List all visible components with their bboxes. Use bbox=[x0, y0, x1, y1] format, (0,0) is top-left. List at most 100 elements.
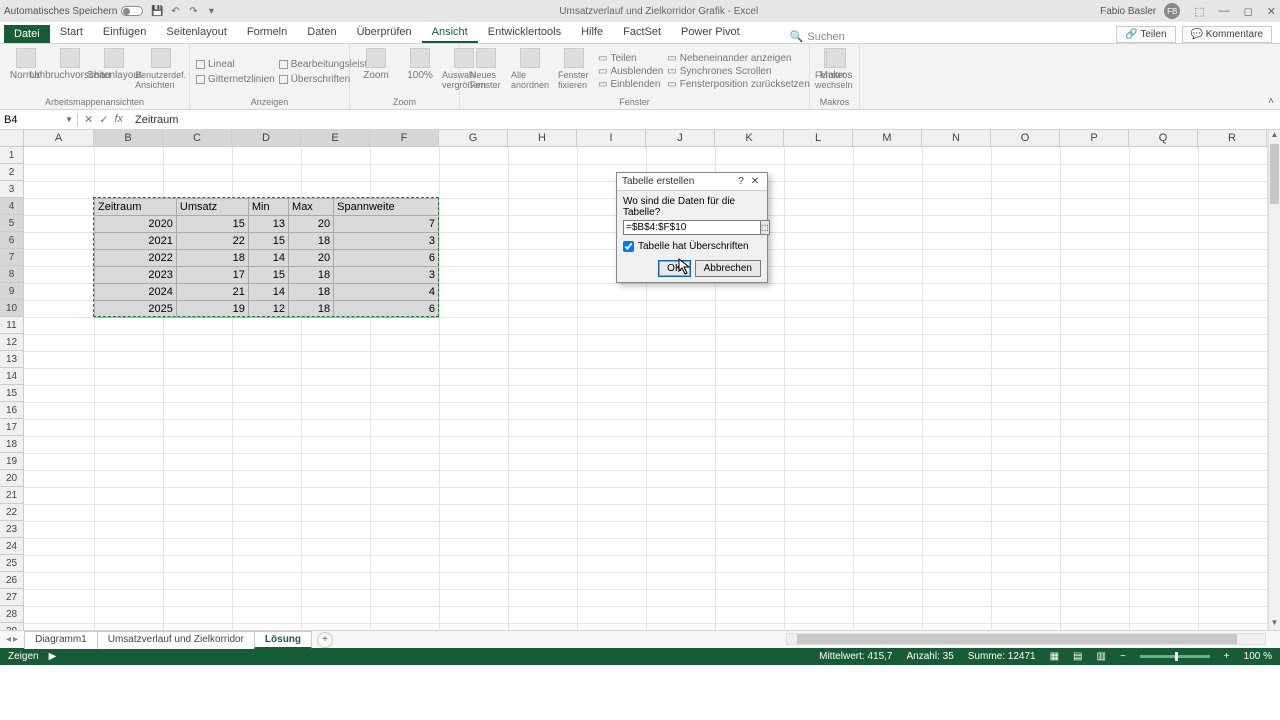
sheet-tab[interactable]: Diagramm1 bbox=[24, 631, 98, 649]
row-header-19[interactable]: 19 bbox=[0, 453, 23, 470]
row-header-8[interactable]: 8 bbox=[0, 266, 23, 283]
dialog-titlebar[interactable]: Tabelle erstellen ? ✕ bbox=[617, 173, 767, 191]
table-cell[interactable]: 14 bbox=[248, 284, 288, 301]
table-cell[interactable]: 18 bbox=[289, 267, 334, 284]
name-box[interactable]: B4 ▼ bbox=[0, 114, 78, 126]
horizontal-scrollbar[interactable] bbox=[786, 633, 1266, 645]
table-cell[interactable]: 4 bbox=[334, 284, 439, 301]
close-icon[interactable]: ✕ bbox=[1267, 5, 1276, 18]
arrange-all[interactable]: Alle anordnen bbox=[510, 46, 550, 97]
zoom-in-icon[interactable]: + bbox=[1224, 651, 1230, 662]
reset-position[interactable]: ▭ Fensterposition zurücksetzen bbox=[667, 79, 810, 90]
table-row[interactable]: 20201513207 bbox=[95, 216, 439, 233]
comments-button[interactable]: 💬 Kommentare bbox=[1182, 26, 1272, 43]
row-header-16[interactable]: 16 bbox=[0, 402, 23, 419]
minimize-icon[interactable]: — bbox=[1219, 5, 1230, 18]
table-cell[interactable]: 15 bbox=[176, 216, 248, 233]
col-header-Q[interactable]: Q bbox=[1129, 130, 1198, 146]
row-header-21[interactable]: 21 bbox=[0, 487, 23, 504]
row-header-7[interactable]: 7 bbox=[0, 249, 23, 266]
table-cell[interactable]: 21 bbox=[176, 284, 248, 301]
table-header[interactable]: Spannweite bbox=[334, 199, 439, 216]
col-header-L[interactable]: L bbox=[784, 130, 853, 146]
col-header-I[interactable]: I bbox=[577, 130, 646, 146]
table-row[interactable]: 20231715183 bbox=[95, 267, 439, 284]
close-icon[interactable]: ✕ bbox=[748, 176, 762, 187]
col-header-F[interactable]: F bbox=[370, 130, 439, 146]
table-cell[interactable]: 15 bbox=[248, 267, 288, 284]
table-cell[interactable]: 14 bbox=[248, 250, 288, 267]
row-header-6[interactable]: 6 bbox=[0, 232, 23, 249]
table-cell[interactable]: 3 bbox=[334, 267, 439, 284]
macro-record-icon[interactable]: ▶ bbox=[49, 651, 57, 662]
col-header-M[interactable]: M bbox=[853, 130, 922, 146]
view-pagebreak-icon[interactable]: ▥ bbox=[1097, 651, 1106, 662]
row-header-1[interactable]: 1 bbox=[0, 147, 23, 164]
table-cell[interactable]: 20 bbox=[289, 216, 334, 233]
ribbon-tab-power pivot[interactable]: Power Pivot bbox=[671, 23, 750, 43]
view-normal-icon[interactable]: ▦ bbox=[1050, 651, 1059, 662]
table-cell[interactable]: 18 bbox=[289, 284, 334, 301]
col-header-G[interactable]: G bbox=[439, 130, 508, 146]
row-header-12[interactable]: 12 bbox=[0, 334, 23, 351]
side-by-side[interactable]: ▭ Nebeneinander anzeigen bbox=[667, 53, 810, 64]
unhide-button[interactable]: ▭ Einblenden bbox=[598, 79, 663, 90]
row-header-23[interactable]: 23 bbox=[0, 521, 23, 538]
table-cell[interactable]: 2023 bbox=[95, 267, 177, 284]
column-headers[interactable]: ABCDEFGHIJKLMNOPQR bbox=[24, 130, 1268, 147]
scroll-down-icon[interactable]: ▼ bbox=[1269, 618, 1280, 630]
table-cell[interactable]: 18 bbox=[176, 250, 248, 267]
ribbon-tab-entwicklertools[interactable]: Entwicklertools bbox=[478, 23, 571, 43]
headers-checkbox[interactable]: Tabelle hat Überschriften bbox=[623, 241, 761, 252]
chk-ruler[interactable]: Lineal bbox=[196, 59, 275, 70]
row-headers[interactable]: 1234567891011121314151617181920212223242… bbox=[0, 147, 24, 630]
table-row[interactable]: 20251912186 bbox=[95, 301, 439, 318]
table-cell[interactable]: 12 bbox=[248, 301, 288, 318]
col-header-A[interactable]: A bbox=[24, 130, 94, 146]
row-header-29[interactable]: 29 bbox=[0, 623, 23, 630]
table-cell[interactable]: 2020 bbox=[95, 216, 177, 233]
tell-me-search[interactable]: 🔍 Suchen bbox=[790, 30, 845, 43]
ribbon-tab-ansicht[interactable]: Ansicht bbox=[422, 23, 478, 43]
table-cell[interactable]: 22 bbox=[176, 233, 248, 250]
zoom-button[interactable]: Zoom bbox=[356, 46, 396, 97]
row-header-22[interactable]: 22 bbox=[0, 504, 23, 521]
share-button[interactable]: 🔗 Teilen bbox=[1116, 26, 1175, 43]
col-header-O[interactable]: O bbox=[991, 130, 1060, 146]
table-cell[interactable]: 20 bbox=[289, 250, 334, 267]
row-header-28[interactable]: 28 bbox=[0, 606, 23, 623]
sync-scroll[interactable]: ▭ Synchrones Scrollen bbox=[667, 66, 810, 77]
row-header-17[interactable]: 17 bbox=[0, 419, 23, 436]
ribbon-tab-start[interactable]: Start bbox=[50, 23, 93, 43]
table-cell[interactable]: 2021 bbox=[95, 233, 177, 250]
table-cell[interactable]: 18 bbox=[289, 233, 334, 250]
table-row[interactable]: 20212215183 bbox=[95, 233, 439, 250]
file-tab[interactable]: Datei bbox=[4, 25, 50, 43]
view-custom[interactable]: Benutzerdef. Ansichten bbox=[138, 46, 183, 97]
ribbon-tab-factset[interactable]: FactSet bbox=[613, 23, 671, 43]
ok-button[interactable]: OK bbox=[658, 260, 690, 277]
table-cell[interactable]: 3 bbox=[334, 233, 439, 250]
col-header-J[interactable]: J bbox=[646, 130, 715, 146]
vertical-scrollbar[interactable]: ▲ ▼ bbox=[1268, 130, 1280, 630]
col-header-C[interactable]: C bbox=[163, 130, 232, 146]
table-cell[interactable]: 2025 bbox=[95, 301, 177, 318]
macros-button[interactable]: Makros bbox=[816, 46, 856, 97]
view-pagebreak[interactable]: Umbruchvorschau bbox=[50, 46, 90, 97]
new-window[interactable]: Neues Fenster bbox=[466, 46, 506, 97]
qat-dropdown-icon[interactable]: ▾ bbox=[205, 5, 217, 17]
row-header-24[interactable]: 24 bbox=[0, 538, 23, 555]
row-header-15[interactable]: 15 bbox=[0, 385, 23, 402]
table-cell[interactable]: 15 bbox=[248, 233, 288, 250]
table-cell[interactable]: 7 bbox=[334, 216, 439, 233]
zoom-level[interactable]: 100 % bbox=[1244, 651, 1272, 662]
fx-icon[interactable]: fx bbox=[114, 113, 123, 126]
table-cell[interactable]: 2022 bbox=[95, 250, 177, 267]
hide-button[interactable]: ▭ Ausblenden bbox=[598, 66, 663, 77]
row-header-10[interactable]: 10 bbox=[0, 300, 23, 317]
row-header-25[interactable]: 25 bbox=[0, 555, 23, 572]
table-cell[interactable]: 17 bbox=[176, 267, 248, 284]
col-header-K[interactable]: K bbox=[715, 130, 784, 146]
select-all-corner[interactable] bbox=[0, 130, 24, 147]
collapse-ribbon-icon[interactable]: ˄ bbox=[1268, 96, 1274, 107]
